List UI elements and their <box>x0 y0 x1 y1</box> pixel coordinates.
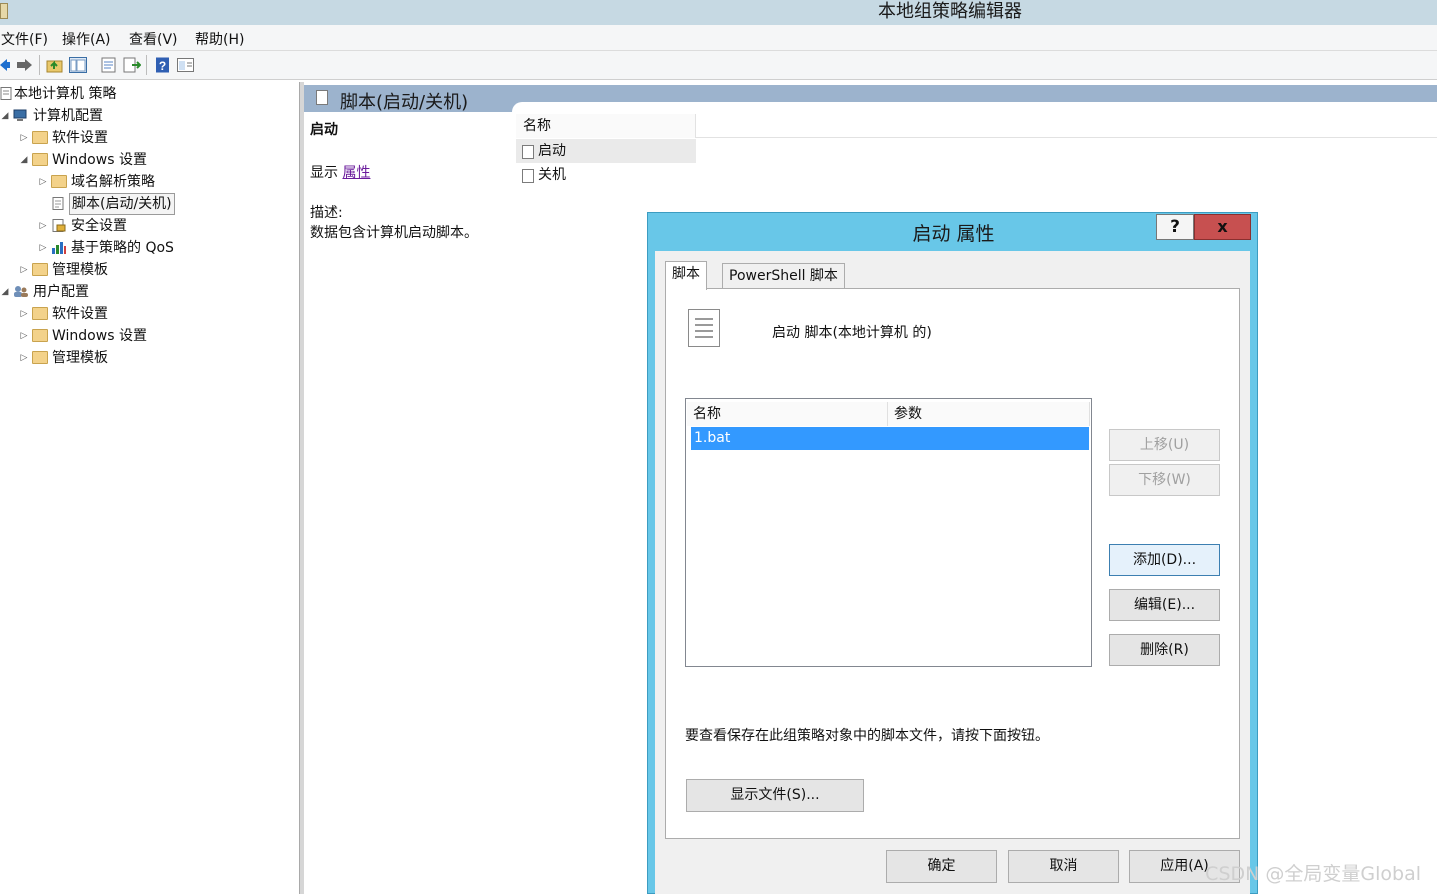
script-icon <box>52 197 64 210</box>
show-files-button[interactable]: 显示文件(S)... <box>686 779 864 812</box>
help-icon[interactable]: ? <box>154 57 172 73</box>
script-icon <box>316 90 328 105</box>
list-tab-area <box>512 102 1437 114</box>
computer-icon <box>13 109 27 121</box>
cancel-button[interactable]: 取消 <box>1008 850 1119 883</box>
script-file-icon <box>688 309 720 347</box>
export-list-icon[interactable] <box>123 57 141 73</box>
up-folder-icon[interactable] <box>46 57 64 73</box>
add-button[interactable]: 添加(D)... <box>1109 544 1220 576</box>
expand-arrow-icon[interactable]: ▷ <box>37 215 49 237</box>
menu-file[interactable]: 文件(F) <box>1 29 48 49</box>
expand-arrow-icon[interactable]: ▷ <box>18 347 30 369</box>
tree-label: 安全设置 <box>71 218 127 234</box>
menu-view[interactable]: 查看(V) <box>129 29 178 49</box>
tab-powershell-scripts[interactable]: PowerShell 脚本 <box>722 263 845 290</box>
collapse-arrow-icon[interactable]: ◢ <box>18 149 30 171</box>
tree-label: 本地计算机 策略 <box>14 86 117 102</box>
properties-link[interactable]: 属性 <box>342 165 370 181</box>
toolbar: ? <box>0 51 1437 80</box>
ok-button[interactable]: 确定 <box>886 850 997 883</box>
divider <box>685 375 1220 376</box>
expand-arrow-icon[interactable]: ▷ <box>18 325 30 347</box>
collapse-arrow-icon[interactable]: ◢ <box>0 281 11 303</box>
column-name-header[interactable]: 名称 <box>687 402 888 426</box>
list-item-startup[interactable]: 启动 <box>516 139 696 163</box>
delete-button[interactable]: 删除(R) <box>1109 634 1220 666</box>
close-button[interactable]: x <box>1194 214 1251 240</box>
folder-icon <box>32 307 48 320</box>
show-properties-line: 显示 属性 <box>310 162 370 182</box>
tree-label: 脚本(启动/关机) <box>69 193 175 215</box>
toolbar-separator <box>39 55 40 75</box>
toolbar-separator <box>146 55 147 75</box>
help-button[interactable]: ? <box>1156 214 1194 240</box>
tree-label: 软件设置 <box>52 130 108 146</box>
properties-icon[interactable] <box>100 57 118 73</box>
tree-label: 用户配置 <box>33 284 89 300</box>
move-down-button[interactable]: 下移(W) <box>1109 464 1220 496</box>
menu-help[interactable]: 帮助(H) <box>195 29 244 49</box>
script-icon <box>522 145 534 159</box>
show-label: 显示 <box>310 165 338 181</box>
selected-item-title: 启动 <box>310 122 338 138</box>
folder-icon <box>32 263 48 276</box>
collapse-arrow-icon[interactable]: ◢ <box>0 105 11 127</box>
app-icon <box>0 3 8 19</box>
scripts-heading: 启动 脚本(本地计算机 的) <box>772 325 932 341</box>
tree-label: Windows 设置 <box>52 152 147 168</box>
folder-icon <box>32 351 48 364</box>
script-row[interactable]: 1.bat <box>691 427 1089 450</box>
list-item-label: 关机 <box>538 167 566 183</box>
users-icon <box>14 286 28 297</box>
chart-icon <box>52 242 66 254</box>
column-parameters-header[interactable]: 参数 <box>888 402 1090 426</box>
divider <box>685 708 1220 709</box>
column-name-header[interactable]: 名称 <box>516 114 696 138</box>
move-up-button[interactable]: 上移(U) <box>1109 429 1220 461</box>
menu-action[interactable]: 操作(A) <box>62 29 111 49</box>
expand-arrow-icon[interactable]: ▷ <box>18 303 30 325</box>
list-item-shutdown[interactable]: 关机 <box>516 163 696 187</box>
tree-label: 管理模板 <box>52 350 108 366</box>
description-text: 数据包含计算机启动脚本。 <box>310 225 478 241</box>
tree-label: Windows 设置 <box>52 328 147 344</box>
edit-button[interactable]: 编辑(E)... <box>1109 589 1220 621</box>
window-title: 本地组策略编辑器 <box>878 1 1022 22</box>
tree-label: 计算机配置 <box>33 108 103 124</box>
title-bar: 本地组策略编辑器 <box>0 0 1437 25</box>
svg-text:?: ? <box>159 59 166 73</box>
show-files-hint: 要查看保存在此组策略对象中的脚本文件，请按下面按钮。 <box>685 728 1049 744</box>
folder-icon <box>32 329 48 342</box>
forward-arrow-icon[interactable] <box>15 57 33 73</box>
tree-label: 管理模板 <box>52 262 108 278</box>
expand-arrow-icon[interactable]: ▷ <box>18 259 30 281</box>
list-item-label: 启动 <box>538 143 566 159</box>
expand-arrow-icon[interactable]: ▷ <box>37 237 49 259</box>
watermark: CSDN @全局变量Global <box>1205 863 1421 885</box>
description-label: 描述: <box>310 205 343 221</box>
expand-arrow-icon[interactable]: ▷ <box>37 171 49 193</box>
tab-scripts[interactable]: 脚本 <box>665 261 707 290</box>
scripts-list[interactable]: 名称 参数 1.bat <box>685 398 1092 667</box>
security-icon <box>52 219 66 232</box>
extended-view-icon[interactable] <box>177 57 195 73</box>
tree-label: 域名解析策略 <box>71 174 155 190</box>
script-icon <box>522 169 534 183</box>
folder-icon <box>32 153 48 166</box>
details-header-title: 脚本(启动/关机) <box>340 92 469 113</box>
tree-label: 软件设置 <box>52 306 108 322</box>
folder-icon <box>32 131 48 144</box>
folder-icon <box>51 175 67 188</box>
expand-arrow-icon[interactable]: ▷ <box>18 127 30 149</box>
list-header: 名称 <box>516 114 1437 138</box>
menu-bar: 文件(F) 操作(A) 查看(V) 帮助(H) <box>0 25 1437 51</box>
tree-label: 基于策略的 QoS <box>71 240 174 256</box>
show-hide-tree-icon[interactable] <box>69 57 87 73</box>
